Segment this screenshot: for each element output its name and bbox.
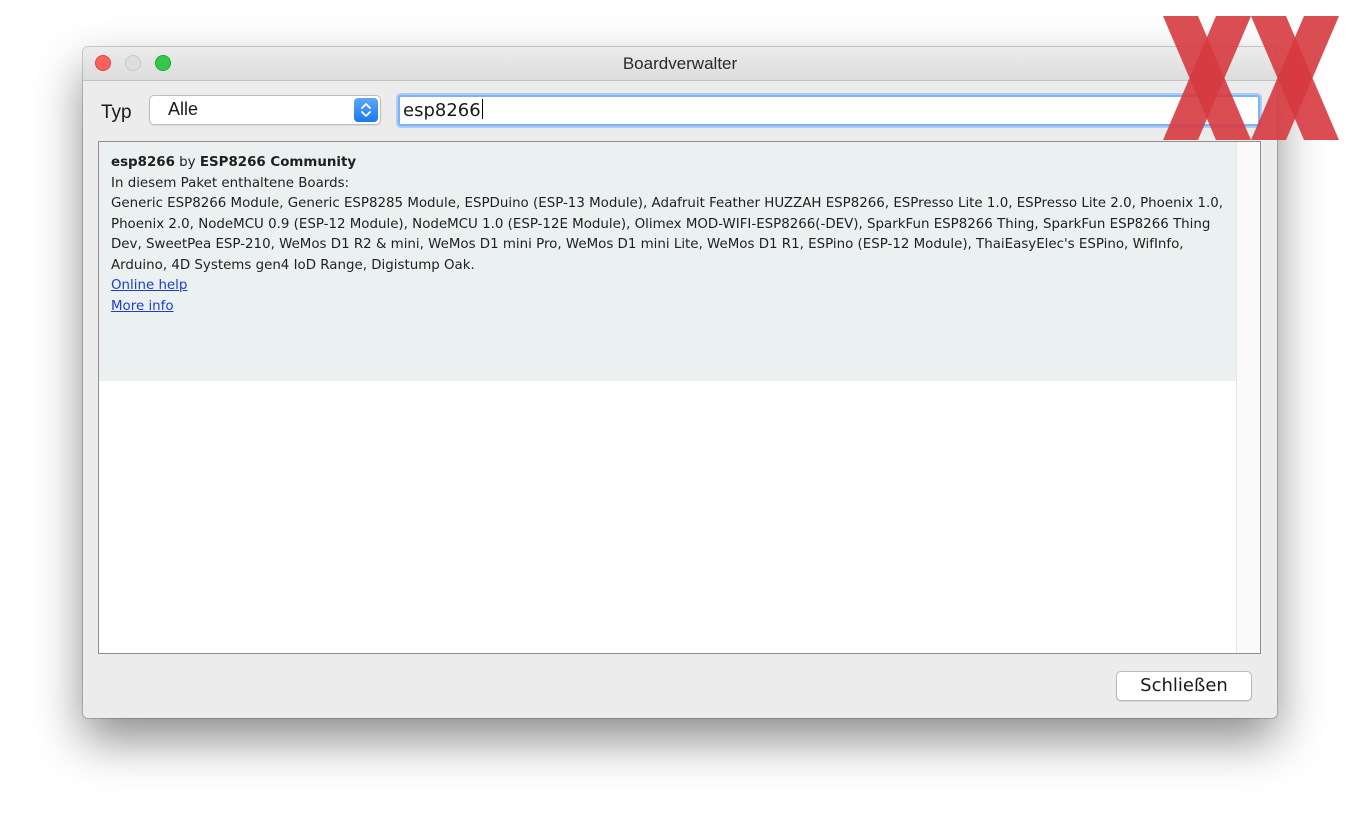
vertical-scrollbar[interactable] [1236,142,1260,653]
search-input[interactable]: esp8266 [398,95,1260,126]
chevron-up-down-icon [354,98,378,122]
close-button[interactable]: Schließen [1116,671,1252,701]
search-input-value: esp8266 [403,99,483,121]
window-title: Boardverwalter [622,54,738,73]
boards-list: Generic ESP8266 Module, Generic ESP8285 … [111,196,1224,273]
text-caret [481,99,483,119]
type-filter-select[interactable]: Alle [149,95,381,125]
board-list-item[interactable]: esp8266 by ESP8266 Community In diesem P… [99,142,1236,381]
xx-logo [1163,16,1339,140]
board-entry-header: esp8266 by ESP8266 Community [111,153,1224,174]
board-manager-window: Boardverwalter Typ Alle esp8266 esp8266 … [83,47,1277,718]
board-author: ESP8266 Community [199,155,357,170]
board-name: esp8266 [111,155,175,170]
more-info-link[interactable]: More info [111,297,1224,318]
board-list[interactable]: esp8266 by ESP8266 Community In diesem P… [98,141,1261,654]
board-by-text: by [174,155,200,170]
type-filter-value: Alle [168,99,199,119]
online-help-link[interactable]: Online help [111,276,1224,297]
title-bar[interactable]: Boardverwalter [83,47,1277,81]
boards-heading: In diesem Paket enthaltene Boards: [111,175,350,191]
type-filter-label: Typ [101,102,132,123]
